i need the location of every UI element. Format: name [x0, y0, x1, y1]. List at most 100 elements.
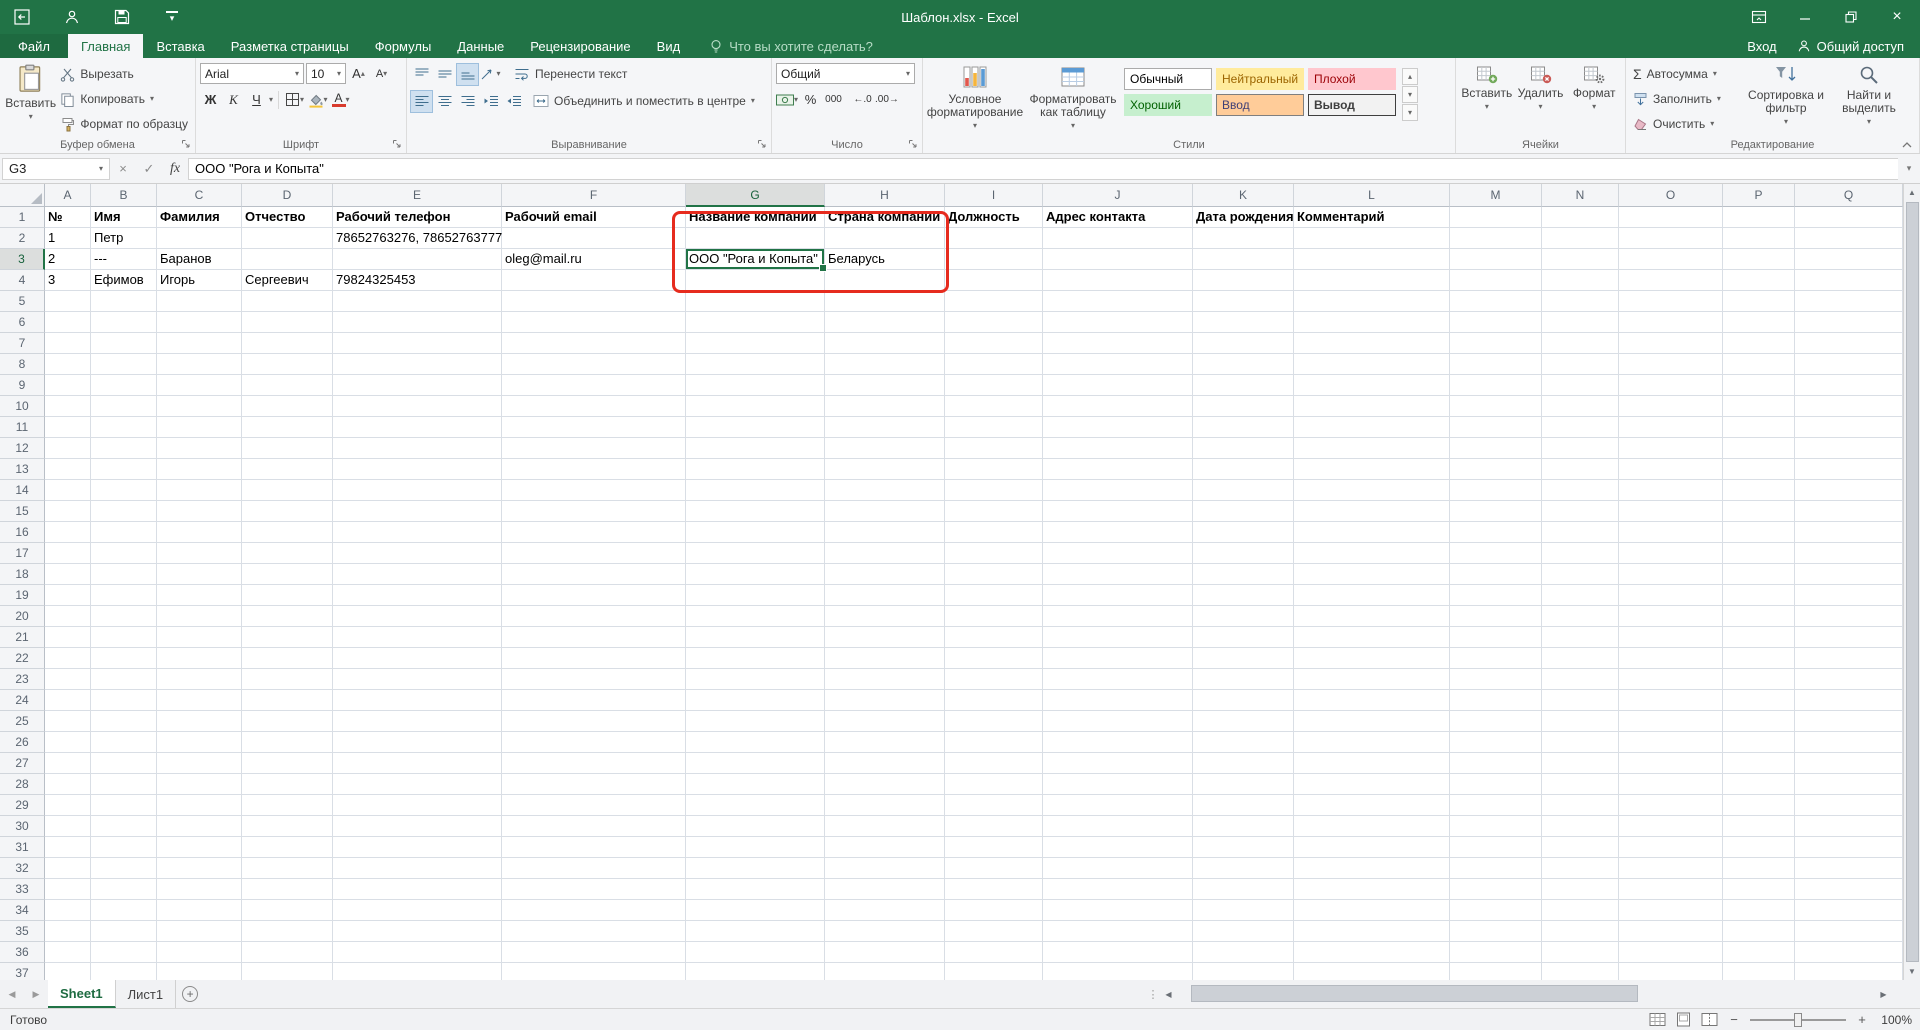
cell-Q33[interactable] — [1795, 879, 1903, 900]
cell-F34[interactable] — [502, 900, 686, 921]
cell-K24[interactable] — [1193, 690, 1294, 711]
cell-C30[interactable] — [157, 816, 242, 837]
cell-H9[interactable] — [825, 375, 945, 396]
cell-Q24[interactable] — [1795, 690, 1903, 711]
cell-E9[interactable] — [333, 375, 502, 396]
cell-H16[interactable] — [825, 522, 945, 543]
cell-F26[interactable] — [502, 732, 686, 753]
cell-F30[interactable] — [502, 816, 686, 837]
cell-C12[interactable] — [157, 438, 242, 459]
row-header-20[interactable]: 20 — [0, 606, 45, 627]
cell-O23[interactable] — [1619, 669, 1723, 690]
cell-D27[interactable] — [242, 753, 333, 774]
cell-A36[interactable] — [45, 942, 91, 963]
cell-H8[interactable] — [825, 354, 945, 375]
cell-N32[interactable] — [1542, 858, 1619, 879]
cell-P17[interactable] — [1723, 543, 1795, 564]
cell-I4[interactable] — [945, 270, 1043, 291]
cell-G16[interactable] — [686, 522, 825, 543]
cell-P31[interactable] — [1723, 837, 1795, 858]
close-button[interactable]: × — [1874, 0, 1920, 34]
cell-I34[interactable] — [945, 900, 1043, 921]
cell-O26[interactable] — [1619, 732, 1723, 753]
cell-N15[interactable] — [1542, 501, 1619, 522]
cell-D17[interactable] — [242, 543, 333, 564]
cell-M17[interactable] — [1450, 543, 1542, 564]
cell-M3[interactable] — [1450, 249, 1542, 270]
cell-M27[interactable] — [1450, 753, 1542, 774]
cell-I35[interactable] — [945, 921, 1043, 942]
cell-L17[interactable] — [1294, 543, 1450, 564]
cell-O20[interactable] — [1619, 606, 1723, 627]
cell-D9[interactable] — [242, 375, 333, 396]
cell-H24[interactable] — [825, 690, 945, 711]
save-icon[interactable] — [112, 7, 132, 27]
cell-C23[interactable] — [157, 669, 242, 690]
cell-K34[interactable] — [1193, 900, 1294, 921]
cell-L29[interactable] — [1294, 795, 1450, 816]
cell-D2[interactable] — [242, 228, 333, 249]
cell-G20[interactable] — [686, 606, 825, 627]
cell-B25[interactable] — [91, 711, 157, 732]
cell-B21[interactable] — [91, 627, 157, 648]
cell-O33[interactable] — [1619, 879, 1723, 900]
cell-B24[interactable] — [91, 690, 157, 711]
cell-C37[interactable] — [157, 963, 242, 980]
cell-O37[interactable] — [1619, 963, 1723, 980]
cell-L7[interactable] — [1294, 333, 1450, 354]
cell-B17[interactable] — [91, 543, 157, 564]
cell-I9[interactable] — [945, 375, 1043, 396]
ribbon-tab-Разметка страницы[interactable]: Разметка страницы — [218, 34, 362, 58]
cell-K5[interactable] — [1193, 291, 1294, 312]
cell-H4[interactable] — [825, 270, 945, 291]
cell-B22[interactable] — [91, 648, 157, 669]
cell-G24[interactable] — [686, 690, 825, 711]
cell-A12[interactable] — [45, 438, 91, 459]
cell-H5[interactable] — [825, 291, 945, 312]
row-header-24[interactable]: 24 — [0, 690, 45, 711]
cell-K11[interactable] — [1193, 417, 1294, 438]
grow-font-button[interactable]: А ▴ — [348, 63, 369, 84]
cell-N22[interactable] — [1542, 648, 1619, 669]
cell-H37[interactable] — [825, 963, 945, 980]
collapse-ribbon-button[interactable] — [1901, 141, 1913, 149]
cell-D4[interactable]: Сергеевич — [242, 270, 333, 291]
row-header-27[interactable]: 27 — [0, 753, 45, 774]
cell-J19[interactable] — [1043, 585, 1193, 606]
cell-B32[interactable] — [91, 858, 157, 879]
cell-style-Обычный[interactable]: Обычный — [1124, 68, 1212, 90]
cell-B8[interactable] — [91, 354, 157, 375]
cell-N36[interactable] — [1542, 942, 1619, 963]
cell-D15[interactable] — [242, 501, 333, 522]
cell-B4[interactable]: Ефимов — [91, 270, 157, 291]
column-header-A[interactable]: A — [45, 184, 91, 207]
align-bottom-button[interactable] — [456, 62, 479, 86]
cell-M34[interactable] — [1450, 900, 1542, 921]
cell-H7[interactable] — [825, 333, 945, 354]
cell-C18[interactable] — [157, 564, 242, 585]
cell-K20[interactable] — [1193, 606, 1294, 627]
cell-C26[interactable] — [157, 732, 242, 753]
tell-me-box[interactable]: Что вы хотите сделать? — [693, 34, 889, 58]
cell-L16[interactable] — [1294, 522, 1450, 543]
cell-H29[interactable] — [825, 795, 945, 816]
cell-style-Вывод[interactable]: Вывод — [1308, 94, 1396, 116]
cell-P34[interactable] — [1723, 900, 1795, 921]
cell-F28[interactable] — [502, 774, 686, 795]
cell-N16[interactable] — [1542, 522, 1619, 543]
cell-D18[interactable] — [242, 564, 333, 585]
cell-I18[interactable] — [945, 564, 1043, 585]
cell-B11[interactable] — [91, 417, 157, 438]
copy-button[interactable]: Копировать ▾ — [57, 88, 191, 110]
sheet-nav-right-button[interactable]: ▶ — [24, 980, 48, 1008]
cell-F31[interactable] — [502, 837, 686, 858]
cell-F9[interactable] — [502, 375, 686, 396]
cell-N18[interactable] — [1542, 564, 1619, 585]
column-header-K[interactable]: K — [1193, 184, 1294, 207]
cell-A14[interactable] — [45, 480, 91, 501]
cell-L36[interactable] — [1294, 942, 1450, 963]
cell-G6[interactable] — [686, 312, 825, 333]
cell-K22[interactable] — [1193, 648, 1294, 669]
cell-E33[interactable] — [333, 879, 502, 900]
cell-B14[interactable] — [91, 480, 157, 501]
